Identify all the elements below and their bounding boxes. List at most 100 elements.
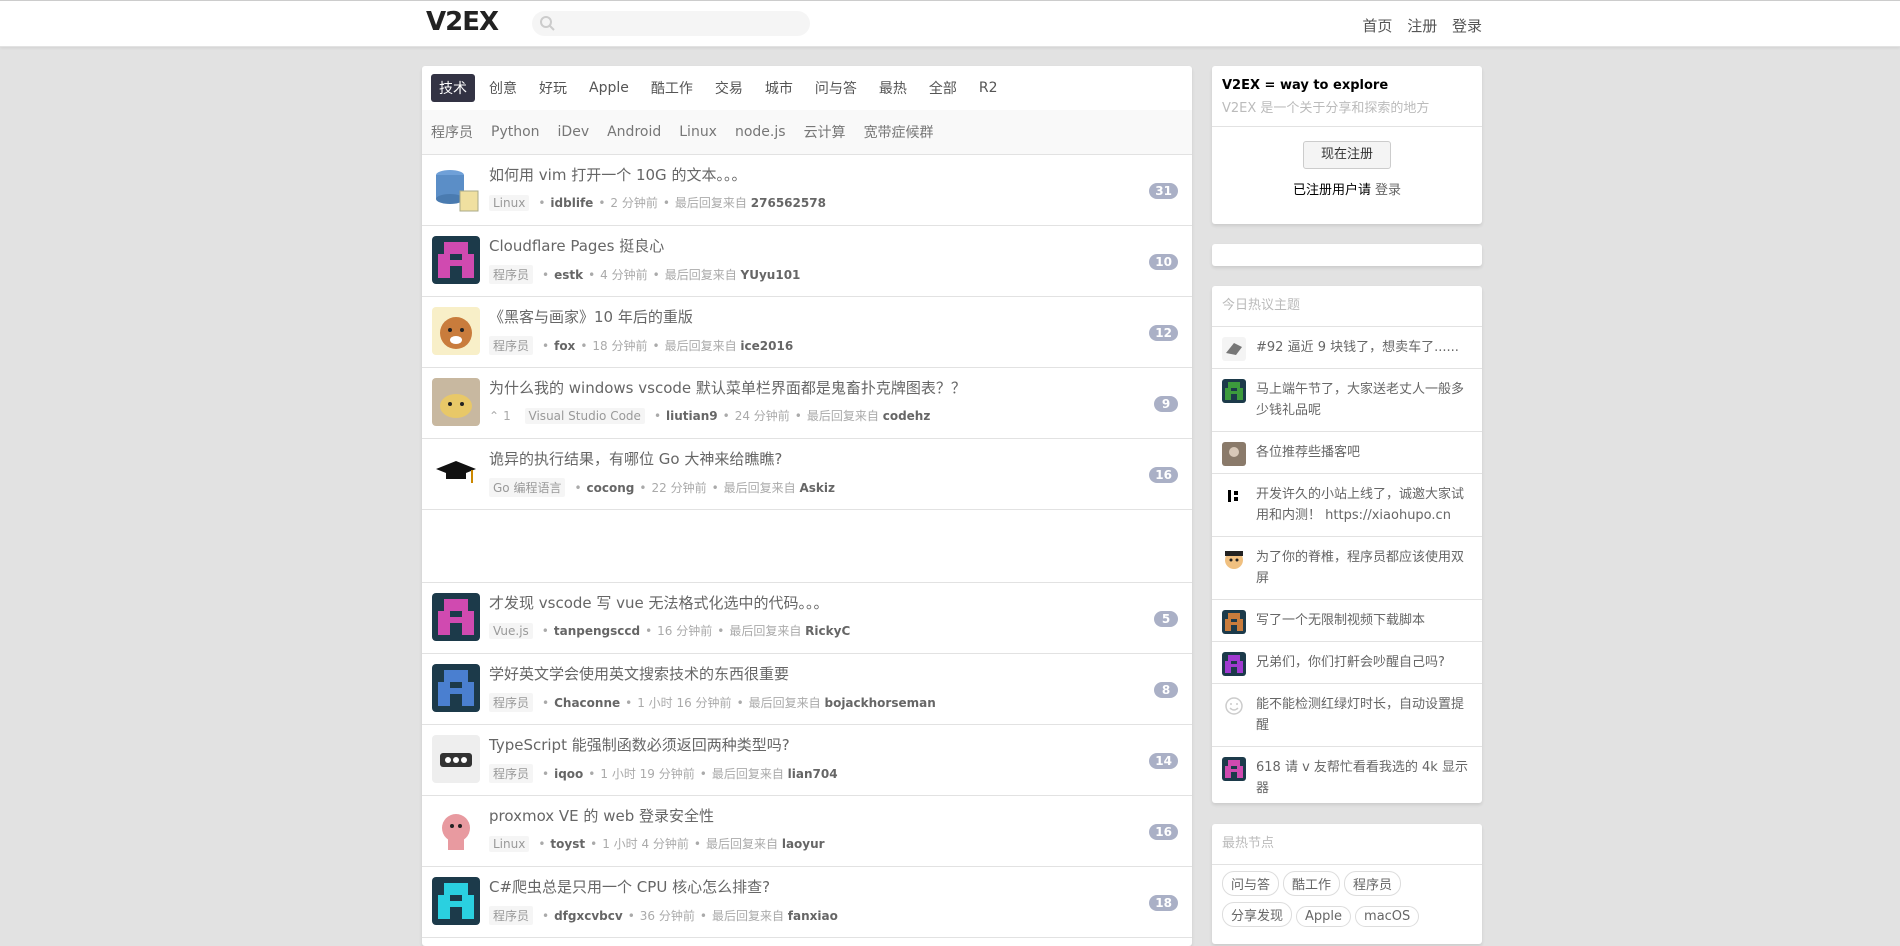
avatar[interactable] bbox=[432, 236, 480, 284]
avatar[interactable] bbox=[432, 735, 480, 783]
hot-topic-title[interactable]: 开发许久的小站上线了，诚邀大家试用和内测！ https://xiaohupo.c… bbox=[1256, 487, 1464, 523]
logo[interactable]: V2EX bbox=[426, 7, 499, 37]
node-tag[interactable]: 程序员 bbox=[489, 764, 534, 783]
hot-topic-title[interactable]: 兄弟们，你们打鼾会吵醒自己吗? bbox=[1256, 655, 1445, 670]
last-reply-user[interactable]: laoyur bbox=[782, 837, 825, 851]
hot-topic-title[interactable]: 各位推荐些播客吧 bbox=[1256, 445, 1360, 460]
author-link[interactable]: liutian9 bbox=[666, 409, 718, 423]
avatar[interactable] bbox=[432, 877, 480, 925]
author-link[interactable]: estk bbox=[554, 268, 583, 282]
author-link[interactable]: cocong bbox=[587, 481, 635, 495]
topic-title[interactable]: 如何用 vim 打开一个 10G 的文本。。。 bbox=[489, 164, 746, 185]
hot-topic-item[interactable]: 为了你的脊椎，程序员都应该使用双屏 bbox=[1212, 537, 1482, 600]
hot-topic-item[interactable]: 618 请 v 友帮忙看看我选的 4k 显示器 bbox=[1212, 747, 1482, 803]
topic-title[interactable]: 为什么我的 windows vscode 默认菜单栏界面都是鬼畜扑克牌图表？？ bbox=[489, 377, 966, 398]
avatar[interactable] bbox=[1222, 610, 1246, 634]
tab-item[interactable]: 技术 bbox=[431, 74, 475, 102]
node-tag[interactable]: 程序员 bbox=[489, 906, 534, 925]
avatar[interactable] bbox=[432, 378, 480, 426]
avatar[interactable] bbox=[1222, 547, 1246, 571]
tab-item[interactable]: 最热 bbox=[871, 74, 915, 102]
last-reply-user[interactable]: fanxiao bbox=[788, 909, 838, 923]
sidebar-login-link[interactable]: 登录 bbox=[1375, 183, 1401, 198]
avatar[interactable] bbox=[1222, 694, 1246, 718]
last-reply-user[interactable]: bojackhorseman bbox=[824, 696, 935, 710]
nav-home[interactable]: 首页 bbox=[1362, 17, 1392, 35]
topic-title[interactable]: 诡异的执行结果，有哪位 Go 大神来给瞧瞧? bbox=[489, 448, 782, 469]
last-reply-user[interactable]: RickyC bbox=[805, 624, 850, 638]
hot-topic-title[interactable]: 618 请 v 友帮忙看看我选的 4k 显示器 bbox=[1256, 760, 1468, 796]
node-tag[interactable]: 程序员 bbox=[489, 265, 534, 284]
author-link[interactable]: Chaconne bbox=[554, 696, 620, 710]
reply-count[interactable]: 8 bbox=[1154, 682, 1178, 698]
hot-topic-title[interactable]: 马上端午节了，大家送老丈人一般多少钱礼品呢 bbox=[1256, 382, 1464, 418]
tab-item[interactable]: 全部 bbox=[921, 74, 965, 102]
sub-tab-item[interactable]: node.js bbox=[735, 124, 786, 140]
avatar[interactable] bbox=[1222, 442, 1246, 466]
sub-tab-item[interactable]: 程序员 bbox=[431, 122, 473, 142]
nav-login[interactable]: 登录 bbox=[1452, 17, 1482, 35]
hot-topic-item[interactable]: #92 逼近 9 块钱了，想卖车了...... bbox=[1212, 327, 1482, 369]
node-tag[interactable]: Linux bbox=[489, 836, 530, 852]
author-link[interactable]: iqoo bbox=[554, 767, 583, 781]
nav-register[interactable]: 注册 bbox=[1407, 17, 1437, 35]
sub-tab-item[interactable]: 云计算 bbox=[804, 122, 846, 142]
hot-topic-item[interactable]: 马上端午节了，大家送老丈人一般多少钱礼品呢 bbox=[1212, 369, 1482, 432]
hot-topic-title[interactable]: 能不能检测红绿灯时长，自动设置提醒 bbox=[1256, 697, 1464, 733]
sub-tab-item[interactable]: Linux bbox=[679, 124, 717, 140]
node-tag[interactable]: Go 编程语言 bbox=[489, 478, 566, 497]
topic-title[interactable]: C#爬虫总是只用一个 CPU 核心怎么排查? bbox=[489, 876, 770, 897]
reply-count[interactable]: 31 bbox=[1149, 183, 1178, 199]
author-link[interactable]: fox bbox=[554, 339, 575, 353]
avatar[interactable] bbox=[1222, 757, 1246, 781]
avatar[interactable] bbox=[432, 806, 480, 854]
tab-item[interactable]: 好玩 bbox=[531, 74, 575, 102]
author-link[interactable]: tanpengsccd bbox=[554, 624, 640, 638]
reply-count[interactable]: 16 bbox=[1149, 824, 1178, 840]
avatar[interactable] bbox=[1222, 652, 1246, 676]
node-tag[interactable]: Linux bbox=[489, 195, 530, 211]
topic-title[interactable]: 学好英文学会使用英文搜索技术的东西很重要 bbox=[489, 663, 789, 684]
sub-tab-item[interactable]: 宽带症候群 bbox=[864, 122, 934, 142]
node-tag[interactable]: Visual Studio Code bbox=[524, 408, 645, 424]
sub-tab-item[interactable]: iDev bbox=[558, 124, 590, 140]
reply-count[interactable]: 5 bbox=[1154, 611, 1178, 627]
reply-count[interactable]: 10 bbox=[1149, 254, 1178, 270]
topic-title[interactable]: 才发现 vscode 写 vue 无法格式化选中的代码。。。 bbox=[489, 592, 829, 613]
hot-topic-item[interactable]: 各位推荐些播客吧 bbox=[1212, 432, 1482, 474]
tab-item[interactable]: 城市 bbox=[757, 74, 801, 102]
tab-item[interactable]: 交易 bbox=[707, 74, 751, 102]
avatar[interactable] bbox=[432, 664, 480, 712]
node-tag[interactable]: Vue.js bbox=[489, 623, 533, 639]
topic-title[interactable]: proxmox VE 的 web 登录安全性 bbox=[489, 805, 714, 826]
hot-node-chip[interactable]: 程序员 bbox=[1344, 871, 1402, 896]
node-tag[interactable]: 程序员 bbox=[489, 336, 534, 355]
hot-topic-item[interactable]: 能不能检测红绿灯时长，自动设置提醒 bbox=[1212, 684, 1482, 747]
tab-item[interactable]: 问与答 bbox=[807, 74, 865, 102]
author-link[interactable]: dfgxcvbcv bbox=[554, 909, 623, 923]
last-reply-user[interactable]: 276562578 bbox=[751, 196, 826, 210]
avatar[interactable] bbox=[432, 165, 480, 213]
register-button[interactable]: 现在注册 bbox=[1303, 141, 1391, 169]
reply-count[interactable]: 14 bbox=[1149, 753, 1178, 769]
tab-item[interactable]: 创意 bbox=[481, 74, 525, 102]
avatar[interactable] bbox=[1222, 484, 1246, 508]
sub-tab-item[interactable]: Python bbox=[491, 124, 540, 140]
hot-topic-item[interactable]: 兄弟们，你们打鼾会吵醒自己吗? bbox=[1212, 642, 1482, 684]
last-reply-user[interactable]: YUyu101 bbox=[741, 268, 801, 282]
avatar[interactable] bbox=[1222, 379, 1246, 403]
hot-topic-title[interactable]: 为了你的脊椎，程序员都应该使用双屏 bbox=[1256, 550, 1464, 586]
hot-node-chip[interactable]: 酷工作 bbox=[1283, 871, 1341, 896]
last-reply-user[interactable]: codehz bbox=[883, 409, 931, 423]
avatar[interactable] bbox=[432, 307, 480, 355]
tab-item[interactable]: R2 bbox=[971, 76, 1006, 100]
reply-count[interactable]: 9 bbox=[1154, 396, 1178, 412]
hot-topic-item[interactable]: 开发许久的小站上线了，诚邀大家试用和内测！ https://xiaohupo.c… bbox=[1212, 474, 1482, 537]
node-tag[interactable]: 程序员 bbox=[489, 693, 534, 712]
last-reply-user[interactable]: Askiz bbox=[800, 481, 836, 495]
topic-title[interactable]: 《黑客与画家》10 年后的重版 bbox=[489, 306, 693, 327]
reply-count[interactable]: 16 bbox=[1149, 467, 1178, 483]
hot-node-chip[interactable]: 分享发现 bbox=[1222, 902, 1293, 927]
avatar[interactable] bbox=[432, 593, 480, 641]
tab-item[interactable]: Apple bbox=[581, 76, 637, 100]
